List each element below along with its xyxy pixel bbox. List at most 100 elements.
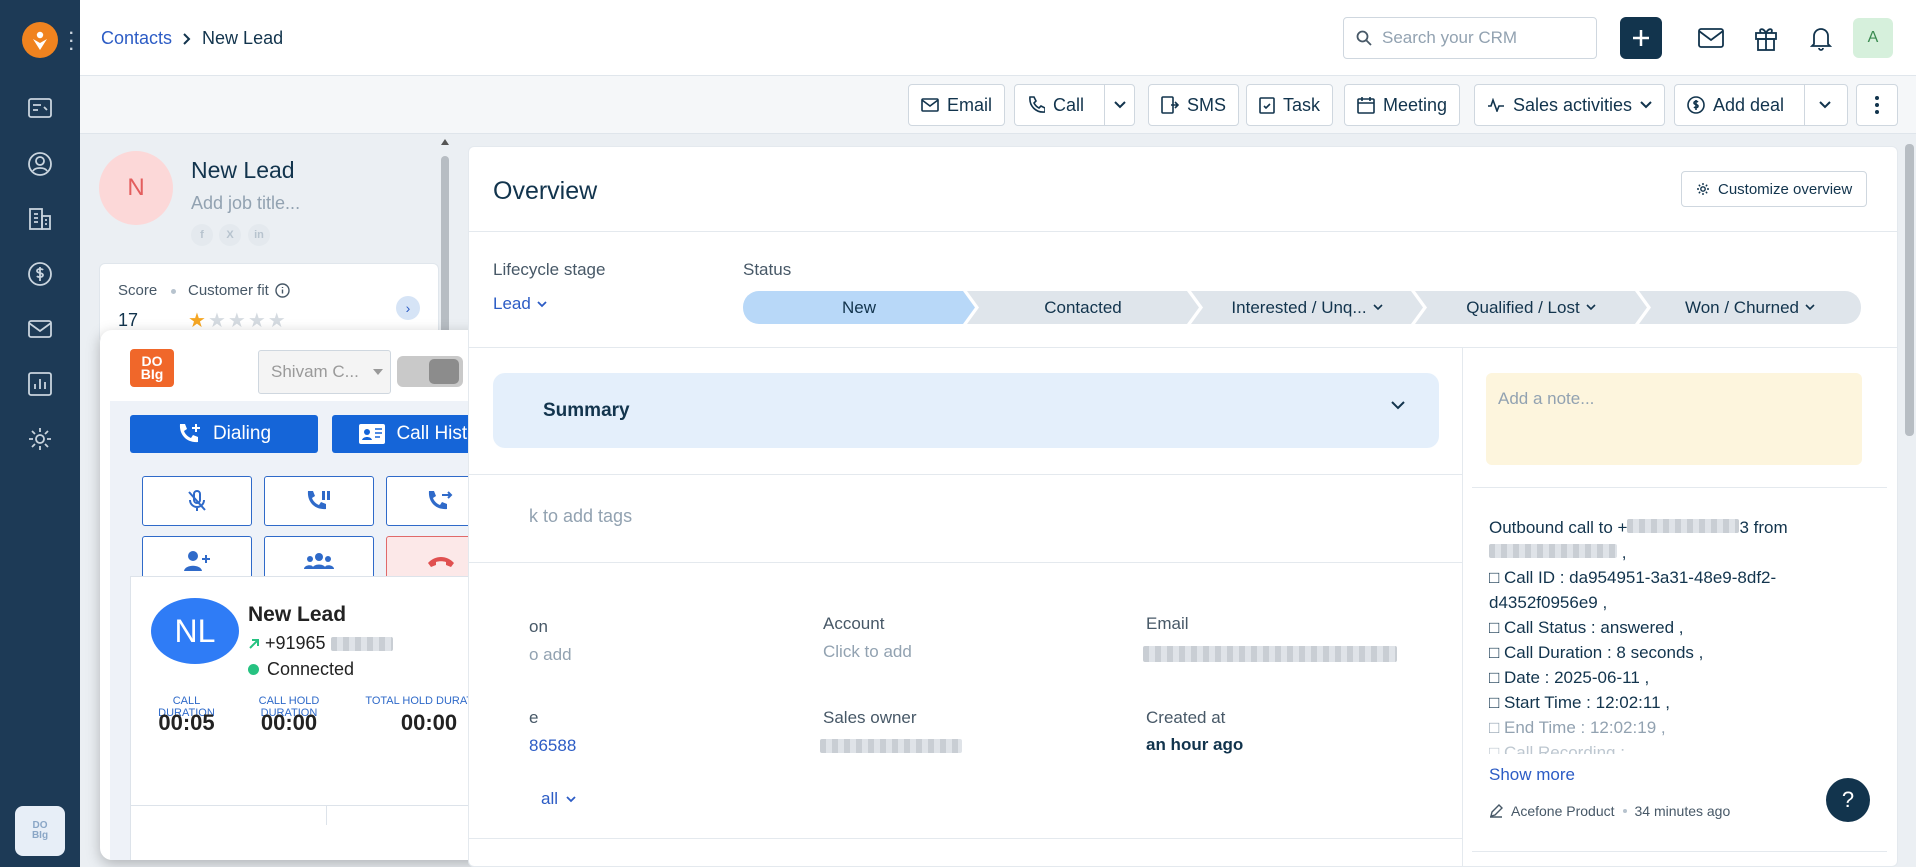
gift-icon[interactable] [1750, 22, 1782, 54]
stage-new[interactable]: New [743, 291, 975, 324]
contact-name[interactable]: New Lead [191, 157, 295, 184]
activity-footer: Acefone Product 34 minutes ago [1489, 803, 1730, 819]
chevron-down-icon [1640, 101, 1652, 109]
x-twitter-icon[interactable]: X [219, 224, 241, 246]
phone-icon [1029, 96, 1045, 113]
activity-date: □ Date : 2025-06-11 , [1489, 668, 1650, 687]
divider [326, 805, 327, 825]
separator-dot [1622, 809, 1627, 813]
mic-off-icon [188, 490, 206, 511]
account-value[interactable]: Click to add [823, 642, 912, 662]
phone-value[interactable]: 86588 [529, 736, 576, 756]
sales-activities-button[interactable]: Sales activities [1474, 84, 1666, 126]
user-add-icon [184, 551, 210, 571]
main-scroll-thumb[interactable] [1905, 144, 1914, 436]
activity-start-time: □ Start Time : 12:02:11 , [1489, 693, 1670, 712]
redacted-number [1627, 519, 1740, 533]
activity-recording: □ Call Recording : [1489, 743, 1625, 754]
sales-owner-value[interactable] [820, 738, 962, 758]
agent-select[interactable]: Shivam C... [258, 350, 391, 394]
accounts-icon[interactable] [24, 203, 56, 235]
mail-top-icon[interactable] [1695, 22, 1727, 54]
star-icon: ★ [188, 310, 208, 332]
divider [469, 347, 1897, 348]
mail-icon[interactable] [24, 313, 56, 345]
customer-fit-label: Customer fit [188, 282, 290, 299]
task-button-label: Task [1283, 94, 1321, 115]
quick-add-button[interactable] [1620, 17, 1662, 59]
breadcrumb-contacts-link[interactable]: Contacts [101, 28, 172, 49]
dashboard-icon[interactable] [24, 92, 56, 124]
call-dropdown-button[interactable] [1104, 85, 1134, 125]
active-call-card: NL New Lead +91965 Connected CALL DURATI… [130, 576, 520, 860]
info-icon[interactable] [275, 283, 290, 298]
email-button[interactable]: Email [908, 84, 1006, 126]
field-label: e [529, 708, 539, 727]
view-all-link[interactable]: all [541, 789, 576, 809]
stage-qualified[interactable]: Qualified / Lost [1415, 291, 1647, 324]
star-icon: ★ [207, 310, 228, 332]
linkedin-icon[interactable]: in [248, 224, 270, 246]
call-button-group: Call [1014, 84, 1135, 126]
add-deal-button-group: Add deal [1674, 84, 1848, 126]
main-scrollbar[interactable] [1903, 140, 1916, 867]
customize-overview-button[interactable]: Customize overview [1681, 171, 1868, 207]
add-deal-dropdown-button[interactable] [1804, 85, 1844, 125]
call-button[interactable]: Call [1015, 85, 1096, 125]
add-tags-link[interactable]: k to add tags [529, 506, 632, 527]
chevron-right-icon[interactable]: › [396, 296, 420, 320]
search-input[interactable]: Search your CRM [1343, 17, 1597, 59]
summary-title: Summary [543, 400, 630, 421]
stage-interested[interactable]: Interested / Unq... [1191, 291, 1423, 324]
hang-up-icon [428, 557, 454, 567]
lifecycle-stage-value: Lead [493, 294, 531, 313]
plus-icon [1633, 30, 1649, 46]
reports-icon[interactable] [24, 368, 56, 400]
activity-time: 34 minutes ago [1634, 803, 1731, 819]
add-deal-button[interactable]: Add deal [1675, 85, 1796, 125]
show-more-link[interactable]: Show more [1489, 765, 1575, 785]
add-note-input[interactable]: Add a note... [1486, 373, 1862, 465]
group-icon [304, 553, 334, 569]
chevron-down-icon [1391, 401, 1405, 410]
action-bar: Email Call SMS Task Meeting Sales activi… [80, 76, 1916, 134]
app-switcher-icon[interactable]: · · · [69, 26, 74, 58]
sms-button[interactable]: SMS [1148, 84, 1240, 126]
job-title-field[interactable]: Add job title... [191, 193, 300, 214]
facebook-icon[interactable]: f [191, 224, 213, 246]
overview-panel: Overview Customize overview Lifecycle st… [468, 146, 1898, 867]
integration-app-icon[interactable]: DO BIg [15, 806, 65, 856]
stage-won[interactable]: Won / Churned [1639, 291, 1861, 324]
help-button[interactable]: ? [1826, 778, 1870, 822]
chevron-down-icon [1373, 304, 1383, 311]
tab-dialing[interactable]: Dialing [130, 415, 318, 453]
call-duration-value: 00:05 [158, 710, 215, 735]
caller-avatar: NL [151, 598, 239, 664]
account-label: Account [823, 614, 885, 633]
call-button-label: Call [1053, 94, 1085, 115]
email-value[interactable] [1143, 646, 1397, 667]
availability-toggle[interactable] [397, 356, 463, 387]
lifecycle-stage-select[interactable]: Lead [493, 294, 547, 314]
mute-button[interactable] [142, 476, 252, 526]
divider [1472, 851, 1887, 852]
user-avatar[interactable]: A [1853, 18, 1893, 58]
bell-icon[interactable] [1805, 22, 1837, 54]
hold-button[interactable] [264, 476, 374, 526]
settings-icon[interactable] [24, 423, 56, 455]
app-logo-icon[interactable] [22, 22, 58, 58]
field-value[interactable]: o add [529, 645, 572, 665]
more-options-button[interactable] [1856, 84, 1898, 126]
phone-add-icon [179, 424, 200, 443]
add-deal-label: Add deal [1713, 94, 1785, 115]
sales-owner-label: Sales owner [823, 708, 917, 727]
task-button[interactable]: Task [1246, 84, 1334, 126]
stage-won-label: Won / Churned [1684, 297, 1800, 317]
stage-contacted[interactable]: Contacted [967, 291, 1199, 324]
meeting-button[interactable]: Meeting [1344, 84, 1461, 126]
activity-line-from: , [1489, 540, 1869, 565]
summary-section[interactable]: Summary [493, 373, 1439, 448]
contacts-icon[interactable] [24, 148, 56, 180]
deals-icon[interactable] [24, 258, 56, 290]
redacted-email [1143, 646, 1397, 662]
